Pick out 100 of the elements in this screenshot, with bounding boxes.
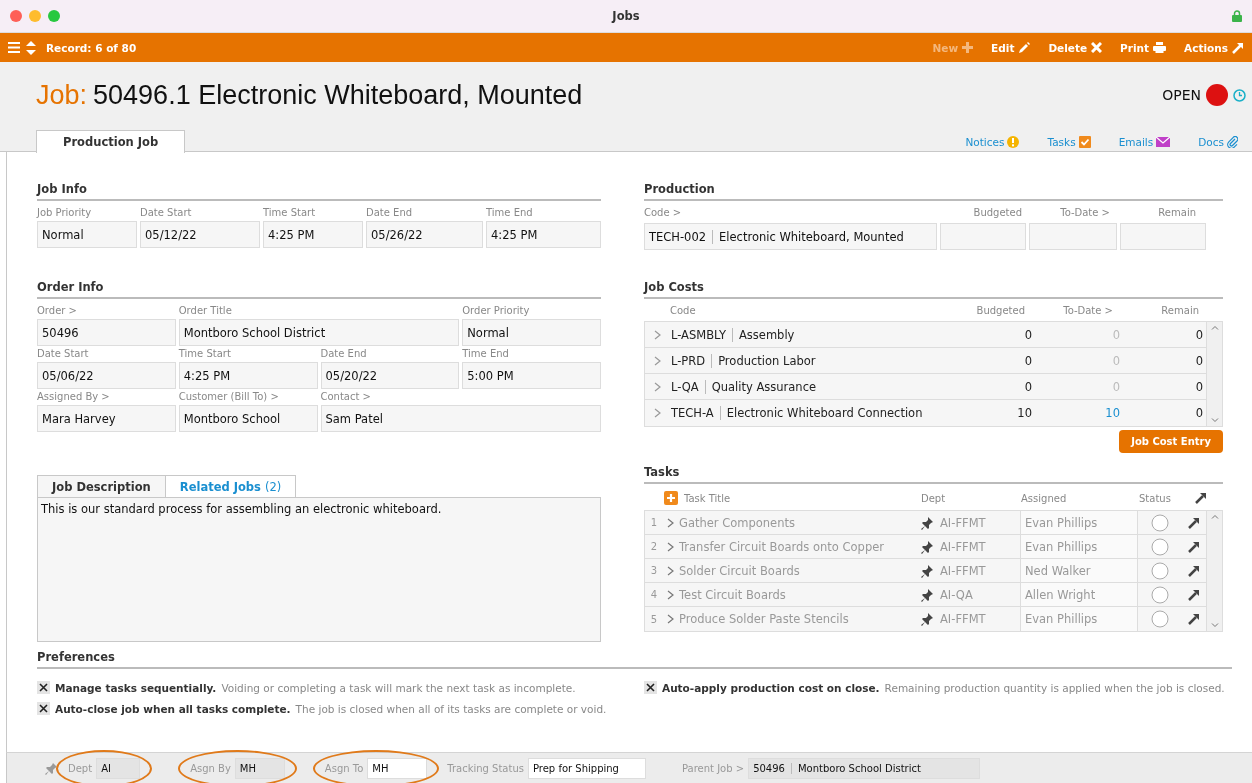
open-arrow-icon[interactable] (1188, 613, 1200, 625)
tab[interactable]: Related Jobs (2) (164, 475, 297, 497)
text-field[interactable]: 05/12/22 (140, 221, 260, 248)
table-cell-text: 10 (1016, 406, 1032, 420)
text-field[interactable]: Prep for Shipping (527, 757, 646, 779)
status-circle-icon[interactable] (1151, 537, 1169, 556)
field-label: Assigned By > (37, 391, 111, 404)
task-title: Gather Components (679, 515, 796, 530)
section-heading: Production (644, 182, 1223, 201)
minimize-button[interactable] (29, 10, 41, 22)
text-field[interactable]: Montboro School (178, 405, 318, 432)
text-field[interactable]: 4:25 PM (178, 362, 318, 389)
table-cell-text: 0 (1023, 379, 1032, 394)
open-arrow-icon[interactable] (1188, 516, 1200, 529)
code-field[interactable]: TECH-002 Electronic Whiteboard, Mounted (644, 223, 937, 250)
table-row[interactable]: TECH-A Electronic Whiteboard Connection 10 10 0 (645, 400, 1206, 426)
pin-icon[interactable] (920, 612, 934, 626)
checkbox-icon (1078, 136, 1091, 148)
open-arrow-icon[interactable] (1188, 540, 1200, 553)
parent-job-number: 50496 (753, 762, 785, 774)
open-arrow-icon[interactable] (1188, 588, 1200, 601)
printer-icon (1153, 42, 1167, 53)
text-field[interactable]: Normal (37, 221, 137, 248)
field-label: Customer (Bill To) > (178, 391, 280, 404)
field-label: Date End (366, 207, 414, 220)
table-cell-text: AI-FFMT (939, 515, 987, 530)
empty-field[interactable] (1120, 223, 1206, 250)
status-circle-icon[interactable] (1151, 513, 1169, 532)
chevron-down-icon[interactable] (1210, 623, 1219, 628)
text-field[interactable]: MH (234, 757, 285, 779)
tab[interactable]: Production Job (36, 130, 186, 153)
table-cell-text: 0 (1194, 353, 1204, 368)
checkbox[interactable] (37, 681, 50, 694)
row-number: 2 (649, 541, 659, 552)
checkbox[interactable] (37, 702, 50, 715)
pin-icon[interactable] (920, 587, 934, 602)
scrollbar[interactable] (1206, 511, 1222, 631)
column-header: Task Title (684, 492, 732, 504)
text-field[interactable]: AI (96, 757, 141, 779)
chevron-down-icon[interactable] (1210, 418, 1219, 423)
option-title: Manage tasks sequentially. (55, 681, 217, 694)
pin-icon[interactable] (920, 515, 934, 530)
record-type-label: Job: (36, 79, 88, 111)
text-field[interactable]: MH (367, 757, 428, 779)
close-icon (1091, 42, 1103, 53)
pin-icon[interactable] (920, 563, 934, 578)
table-cell: Evan Phillips (1020, 607, 1138, 631)
close-button[interactable] (10, 10, 22, 22)
description-textarea[interactable]: This is our standard process for assembling an electronic whiteboard. (37, 497, 601, 642)
option-description: Voiding or completing a task will mark the next task as incomplete. (221, 681, 576, 694)
field-label: Parent Job > (681, 762, 745, 774)
text-field[interactable]: 50496 Montboro School District (748, 757, 981, 779)
table-cell-text: AI-FFMT (939, 539, 987, 554)
text-field[interactable]: 05/06/22 (37, 362, 176, 389)
chevron-up-icon[interactable] (1210, 325, 1219, 330)
add-task-icon[interactable] (664, 491, 678, 505)
table-row[interactable]: L-QA Quality Assurance 0 0 0 (645, 374, 1206, 400)
task-title: Transfer Circuit Boards onto Copper (679, 539, 885, 554)
pin-icon[interactable] (920, 539, 934, 554)
field-label: Asgn By (190, 762, 231, 774)
table-row[interactable]: L-PRD Production Labor 0 0 0 (645, 348, 1206, 374)
sort-arrows-icon[interactable] (26, 40, 36, 55)
status-circle-icon[interactable] (1151, 585, 1169, 604)
chevron-up-icon[interactable] (1210, 514, 1219, 519)
field-label: Tracking Status (447, 762, 524, 774)
tab[interactable]: Job Description (37, 475, 166, 497)
text-field[interactable]: 4:25 PM (263, 221, 363, 248)
field-label: Contact > (320, 391, 372, 404)
menu-icon[interactable] (8, 42, 20, 53)
text-field[interactable]: 4:25 PM (486, 221, 601, 248)
section-heading: Tasks (644, 465, 1223, 484)
column-header: Dept (921, 492, 947, 504)
empty-field[interactable] (1029, 223, 1117, 250)
text-field[interactable]: Montboro School District (178, 319, 460, 346)
field-label: Order Priority (462, 305, 531, 318)
text-field[interactable]: Normal (462, 319, 601, 346)
open-arrow-icon[interactable] (1195, 492, 1207, 504)
checkbox[interactable] (644, 681, 657, 694)
status-circle-icon[interactable] (1151, 610, 1169, 628)
text-field[interactable]: 05/20/22 (320, 362, 460, 389)
clock-icon[interactable] (1233, 88, 1246, 102)
cost-name: Quality Assurance (704, 379, 817, 394)
status-circle-icon[interactable] (1151, 561, 1169, 580)
text-field[interactable]: Mara Harvey (37, 405, 176, 432)
table-cell: Ned Walker (1020, 559, 1138, 582)
column-header: Remain (1157, 207, 1196, 220)
text-field[interactable]: 5:00 PM (462, 362, 601, 389)
open-arrow-icon[interactable] (1188, 564, 1200, 577)
plus-icon (962, 42, 974, 53)
text-field[interactable]: 50496 (37, 319, 176, 346)
column-header: Assigned (1021, 492, 1068, 504)
text-field[interactable]: Sam Patel (320, 405, 601, 432)
column-header: Budgeted (972, 207, 1022, 220)
text-field[interactable]: 05/26/22 (366, 221, 483, 248)
table-cell-text: 0 (1194, 327, 1204, 342)
table-row[interactable]: L-ASMBLY Assembly 0 0 0 (645, 322, 1206, 348)
field-label: Time Start (263, 207, 317, 220)
zoom-button[interactable] (48, 10, 60, 22)
scrollbar[interactable] (1206, 322, 1222, 426)
empty-field[interactable] (940, 223, 1026, 250)
